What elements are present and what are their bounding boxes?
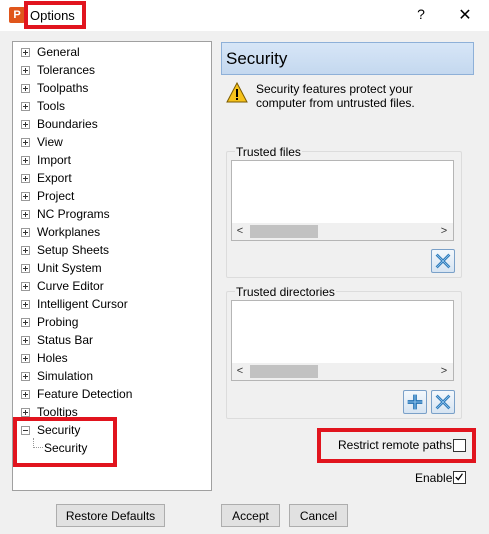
tree-item-label: Probing xyxy=(37,315,79,329)
tree-item-label: Toolpaths xyxy=(37,81,89,95)
tree-item[interactable]: Tolerances xyxy=(13,61,211,79)
tree-item[interactable]: Status Bar xyxy=(13,331,211,349)
help-button[interactable]: ? xyxy=(413,6,429,24)
tree-item-label: Intelligent Cursor xyxy=(37,297,128,311)
tree-item[interactable]: Setup Sheets xyxy=(13,241,211,259)
add-plus-icon xyxy=(407,394,423,410)
expand-plus-icon[interactable] xyxy=(21,372,30,381)
expand-plus-icon[interactable] xyxy=(21,138,30,147)
tree-item[interactable]: Import xyxy=(13,151,211,169)
expand-plus-icon[interactable] xyxy=(21,246,30,255)
tree-item[interactable]: View xyxy=(13,133,211,151)
tree-item-label: General xyxy=(37,45,80,59)
panel-title: Security xyxy=(226,49,288,68)
tree-item[interactable]: Workplanes xyxy=(13,223,211,241)
tree-item-label: Setup Sheets xyxy=(37,243,110,257)
expand-plus-icon[interactable] xyxy=(21,210,30,219)
scroll-right-arrow-icon[interactable]: > xyxy=(437,224,451,239)
tree-item-label: Boundaries xyxy=(37,117,98,131)
tree-item-label: NC Programs xyxy=(37,207,110,221)
scroll-thumb[interactable] xyxy=(250,225,318,238)
tree-item-label: Tolerances xyxy=(37,63,96,77)
trusted-files-scrollbar[interactable]: < > xyxy=(232,223,453,240)
expand-plus-icon[interactable] xyxy=(21,66,30,75)
close-icon[interactable]: ✕ xyxy=(455,5,475,25)
enable-checkbox[interactable] xyxy=(453,471,466,484)
expand-plus-icon[interactable] xyxy=(21,174,30,183)
tree-item[interactable]: Project xyxy=(13,187,211,205)
tree-item[interactable]: Intelligent Cursor xyxy=(13,295,211,313)
cancel-button[interactable]: Cancel xyxy=(289,504,348,527)
remove-x-icon xyxy=(435,394,451,410)
tree-item[interactable]: Export xyxy=(13,169,211,187)
panel-header: Security xyxy=(221,42,474,75)
tree-item-label: Simulation xyxy=(37,369,94,383)
tree-item-label: Feature Detection xyxy=(37,387,133,401)
expand-plus-icon[interactable] xyxy=(21,300,30,309)
tree-item[interactable]: NC Programs xyxy=(13,205,211,223)
tree-item-label: Holes xyxy=(37,351,68,365)
scroll-left-arrow-icon[interactable]: < xyxy=(233,364,247,379)
tree-item[interactable]: Simulation xyxy=(13,367,211,385)
expand-plus-icon[interactable] xyxy=(21,228,30,237)
expand-plus-icon[interactable] xyxy=(21,120,30,129)
accept-button[interactable]: Accept xyxy=(221,504,280,527)
enable-label[interactable]: Enable xyxy=(415,471,452,485)
trusted-dirs-label: Trusted directories xyxy=(235,285,336,299)
tree-item-label: Import xyxy=(37,153,72,167)
expand-plus-icon[interactable] xyxy=(21,336,30,345)
trusted-dirs-list[interactable]: < > xyxy=(231,300,454,381)
trusted-files-list[interactable]: < > xyxy=(231,160,454,241)
scroll-right-arrow-icon[interactable]: > xyxy=(437,364,451,379)
tree-item-label: View xyxy=(37,135,63,149)
check-icon xyxy=(455,473,463,481)
expand-plus-icon[interactable] xyxy=(21,408,30,417)
expand-plus-icon[interactable] xyxy=(21,48,30,57)
expand-plus-icon[interactable] xyxy=(21,282,30,291)
tree-highlight-box xyxy=(13,417,117,467)
expand-plus-icon[interactable] xyxy=(21,84,30,93)
expand-plus-icon[interactable] xyxy=(21,318,30,327)
remove-x-icon xyxy=(435,253,451,269)
expand-plus-icon[interactable] xyxy=(21,156,30,165)
warning-text: Security features protect your computer … xyxy=(256,82,415,110)
scroll-left-arrow-icon[interactable]: < xyxy=(233,224,247,239)
remove-file-button[interactable] xyxy=(431,249,455,273)
trusted-dirs-scrollbar[interactable]: < > xyxy=(232,363,453,380)
expand-plus-icon[interactable] xyxy=(21,192,30,201)
expand-plus-icon[interactable] xyxy=(21,264,30,273)
add-directory-button[interactable] xyxy=(403,390,427,414)
tree-item[interactable]: Curve Editor xyxy=(13,277,211,295)
app-icon: P xyxy=(9,7,25,23)
expand-plus-icon[interactable] xyxy=(21,354,30,363)
tree-item[interactable]: Probing xyxy=(13,313,211,331)
warning-triangle-icon xyxy=(226,82,248,103)
tree-item-label: Export xyxy=(37,171,72,185)
expand-plus-icon[interactable] xyxy=(21,102,30,111)
trusted-files-label: Trusted files xyxy=(235,145,302,159)
restore-defaults-button[interactable]: Restore Defaults xyxy=(56,504,165,527)
tree-item[interactable]: Tools xyxy=(13,97,211,115)
scroll-thumb[interactable] xyxy=(250,365,318,378)
tree-item[interactable]: Unit System xyxy=(13,259,211,277)
tree-item-label: Project xyxy=(37,189,75,203)
tree-item[interactable]: Boundaries xyxy=(13,115,211,133)
tree-item[interactable]: General xyxy=(13,43,211,61)
restrict-highlight-box xyxy=(317,428,476,463)
tree-item-label: Curve Editor xyxy=(37,279,104,293)
title-bar: P Options ? ✕ xyxy=(0,0,489,31)
tree-item[interactable]: Holes xyxy=(13,349,211,367)
tree-item-label: Workplanes xyxy=(37,225,101,239)
tree-item-label: Status Bar xyxy=(37,333,94,347)
tree-item-label: Tools xyxy=(37,99,66,113)
tree-item[interactable]: Feature Detection xyxy=(13,385,211,403)
tree-item[interactable]: Toolpaths xyxy=(13,79,211,97)
tree-item-label: Unit System xyxy=(37,261,102,275)
remove-directory-button[interactable] xyxy=(431,390,455,414)
expand-plus-icon[interactable] xyxy=(21,390,30,399)
title-highlight-box xyxy=(24,1,86,29)
